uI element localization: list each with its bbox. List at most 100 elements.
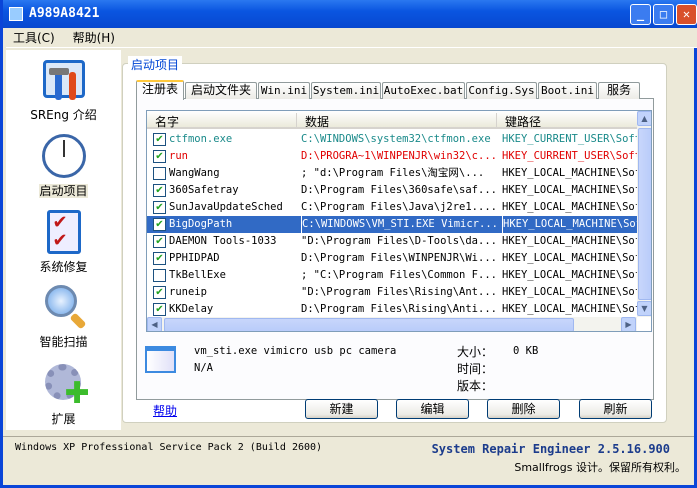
size-label: 大小： (457, 345, 494, 359)
tab-config-sys[interactable]: Config.Sys (466, 82, 537, 99)
row-name: TkBellExe (169, 269, 226, 281)
vertical-scroll-thumb[interactable] (638, 128, 651, 300)
scroll-right-button[interactable]: ▶ (621, 317, 636, 331)
row-name: BigDogPath (169, 218, 233, 230)
row-data: ; "d:\Program Files\淘宝网\... (301, 167, 485, 179)
tab-system-ini[interactable]: System.ini (311, 82, 381, 99)
row-checkbox[interactable]: ✔ (153, 218, 166, 231)
row-checkbox[interactable]: ✔ (153, 303, 166, 316)
tab-win-ini[interactable]: Win.ini (258, 82, 310, 99)
menu-help[interactable]: 帮助(H) (66, 28, 122, 48)
table-row[interactable]: ✔ SunJavaUpdateSched C:\Program Files\Ja… (147, 199, 637, 216)
checklist-icon: ✔ ✔ (41, 210, 87, 254)
sidebar-label: 启动项目 (39, 184, 88, 198)
table-row[interactable]: ✔ runeip "D:\Program Files\Rising\Ant...… (147, 284, 637, 301)
row-path: HKEY_LOCAL_MACHINE\Sof (502, 303, 637, 315)
status-bar: Windows XP Professional Service Pack 2 (… (3, 436, 694, 485)
close-button[interactable]: ✕ (676, 4, 697, 25)
sidebar-label: 智能扫描 (39, 335, 88, 349)
row-checkbox[interactable]: ✔ (153, 235, 166, 248)
file-icon (145, 346, 176, 373)
product-name: System Repair Engineer 2.5.16.900 (431, 442, 670, 456)
row-data: C:\Program Files\Java\j2re1.... (301, 201, 497, 213)
row-path: HKEY_LOCAL_MACHINE\Sof (502, 167, 637, 179)
sidebar-item-scan[interactable]: 智能扫描 (6, 285, 121, 350)
row-name: run (169, 150, 188, 162)
row-checkbox[interactable]: ✔ (153, 133, 166, 146)
app-icon (9, 7, 23, 21)
tab-registry[interactable]: 注册表 (136, 80, 184, 100)
row-checkbox[interactable]: ✔ (153, 201, 166, 214)
row-data: D:\PROGRA~1\WINPENJR\win32\c... (301, 150, 497, 162)
table-row[interactable]: TkBellExe ; "C:\Program Files\Common F..… (147, 267, 637, 284)
tab-startup-folder[interactable]: 启动文件夹 (185, 82, 257, 99)
row-name: PPHIDPAD (169, 252, 220, 264)
file-company: N/A (194, 362, 213, 374)
scroll-left-button[interactable]: ◀ (147, 317, 162, 331)
row-checkbox[interactable]: ✔ (153, 184, 166, 197)
row-data: C:\WINDOWS\system32\ctfmon.exe (301, 133, 491, 145)
row-path: HKEY_LOCAL_MACHINE\Sof (502, 201, 637, 213)
help-link[interactable]: 帮助 (153, 402, 177, 419)
row-name: 360Safetray (169, 184, 239, 196)
column-path[interactable]: 键路径 (497, 113, 637, 129)
row-path: HKEY_LOCAL_MACHINE\Sof (502, 184, 637, 196)
gear-plus-icon: ✚ (41, 362, 90, 409)
startup-list: 名字 数据 键路径 ✔ ctfmon.exe C:\WINDOWS\system… (146, 110, 652, 332)
horizontal-scroll-thumb[interactable] (164, 318, 574, 331)
maximize-button[interactable]: □ (653, 4, 674, 25)
title-bar: A989A8421 _ □ ✕ (3, 0, 697, 28)
row-data: D:\Program Files\360safe\saf... (301, 184, 497, 196)
tools-icon (41, 58, 87, 102)
tab-services[interactable]: 服务 (598, 82, 640, 99)
new-button[interactable]: 新建 (305, 399, 378, 419)
size-value: 0 KB (513, 345, 539, 357)
row-checkbox[interactable] (153, 269, 166, 282)
tab-autoexec[interactable]: AutoExec.bat (382, 82, 465, 99)
row-name: WangWang (169, 167, 220, 179)
menu-tools[interactable]: 工具(C) (6, 28, 62, 48)
row-path: HKEY_LOCAL_MACHINE\Sof (502, 252, 637, 264)
sidebar-item-extend[interactable]: ✚ 扩展 (6, 362, 121, 427)
refresh-button[interactable]: 刷新 (579, 399, 652, 419)
table-row[interactable]: ✔ 360Safetray D:\Program Files\360safe\s… (147, 182, 637, 199)
copyright: Smallfrogs 设计。保留所有权利。 (514, 461, 686, 474)
table-row[interactable]: ✔ ctfmon.exe C:\WINDOWS\system32\ctfmon.… (147, 131, 637, 148)
vertical-scrollbar[interactable]: ▲ ▼ (637, 111, 651, 317)
edit-button[interactable]: 编辑 (396, 399, 469, 419)
sidebar-item-startup[interactable]: 启动项目 (6, 134, 121, 199)
row-checkbox[interactable]: ✔ (153, 150, 166, 163)
row-checkbox[interactable] (153, 167, 166, 180)
menu-bar: 工具(C) 帮助(H) (6, 28, 697, 48)
scroll-up-button[interactable]: ▲ (637, 111, 651, 126)
window-title: A989A8421 (29, 6, 100, 21)
sidebar-label: 扩展 (51, 412, 76, 426)
table-row[interactable]: ✔ DAEMON Tools-1033 "D:\Program Files\D-… (147, 233, 637, 250)
row-path: HKEY_LOCAL_MACHINE\Sof (502, 235, 637, 247)
table-row[interactable]: ✔ KKDelay D:\Program Files\Rising\Anti..… (147, 301, 637, 318)
column-name[interactable]: 名字 (147, 113, 297, 129)
row-data: D:\Program Files\Rising\Anti... (301, 303, 497, 315)
scroll-down-button[interactable]: ▼ (637, 301, 651, 316)
horizontal-scrollbar[interactable]: ◀ ▶ (147, 317, 637, 331)
row-checkbox[interactable]: ✔ (153, 252, 166, 265)
time-label: 时间： (457, 362, 494, 376)
table-row[interactable]: ✔ BigDogPath C:\WINDOWS\VM_STI.EXE Vimic… (147, 216, 637, 233)
tab-boot-ini[interactable]: Boot.ini (538, 82, 597, 99)
sidebar-item-repair[interactable]: ✔ ✔ 系统修复 (6, 210, 121, 275)
row-checkbox[interactable]: ✔ (153, 286, 166, 299)
sidebar-item-intro[interactable]: SREng 介绍 (6, 58, 121, 123)
table-row[interactable]: ✔ run D:\PROGRA~1\WINPENJR\win32\c... HK… (147, 148, 637, 165)
sidebar-label: SREng 介绍 (30, 108, 97, 122)
delete-button[interactable]: 删除 (487, 399, 560, 419)
sidebar: SREng 介绍 启动项目 ✔ ✔ 系统修复 智能扫描 ✚ 扩展 (6, 50, 121, 430)
group-label: 启动项目 (128, 56, 183, 73)
table-row[interactable]: WangWang ; "d:\Program Files\淘宝网\... HKE… (147, 165, 637, 182)
column-data[interactable]: 数据 (297, 113, 497, 129)
row-name: ctfmon.exe (169, 133, 233, 145)
os-info: Windows XP Professional Service Pack 2 (… (15, 442, 323, 453)
row-path: HKEY_LOCAL_MACHINE\Sof (502, 216, 637, 233)
row-name: DAEMON Tools-1033 (169, 235, 277, 247)
minimize-button[interactable]: _ (630, 4, 651, 25)
table-row[interactable]: ✔ PPHIDPAD D:\Program Files\WINPENJR\Wi.… (147, 250, 637, 267)
